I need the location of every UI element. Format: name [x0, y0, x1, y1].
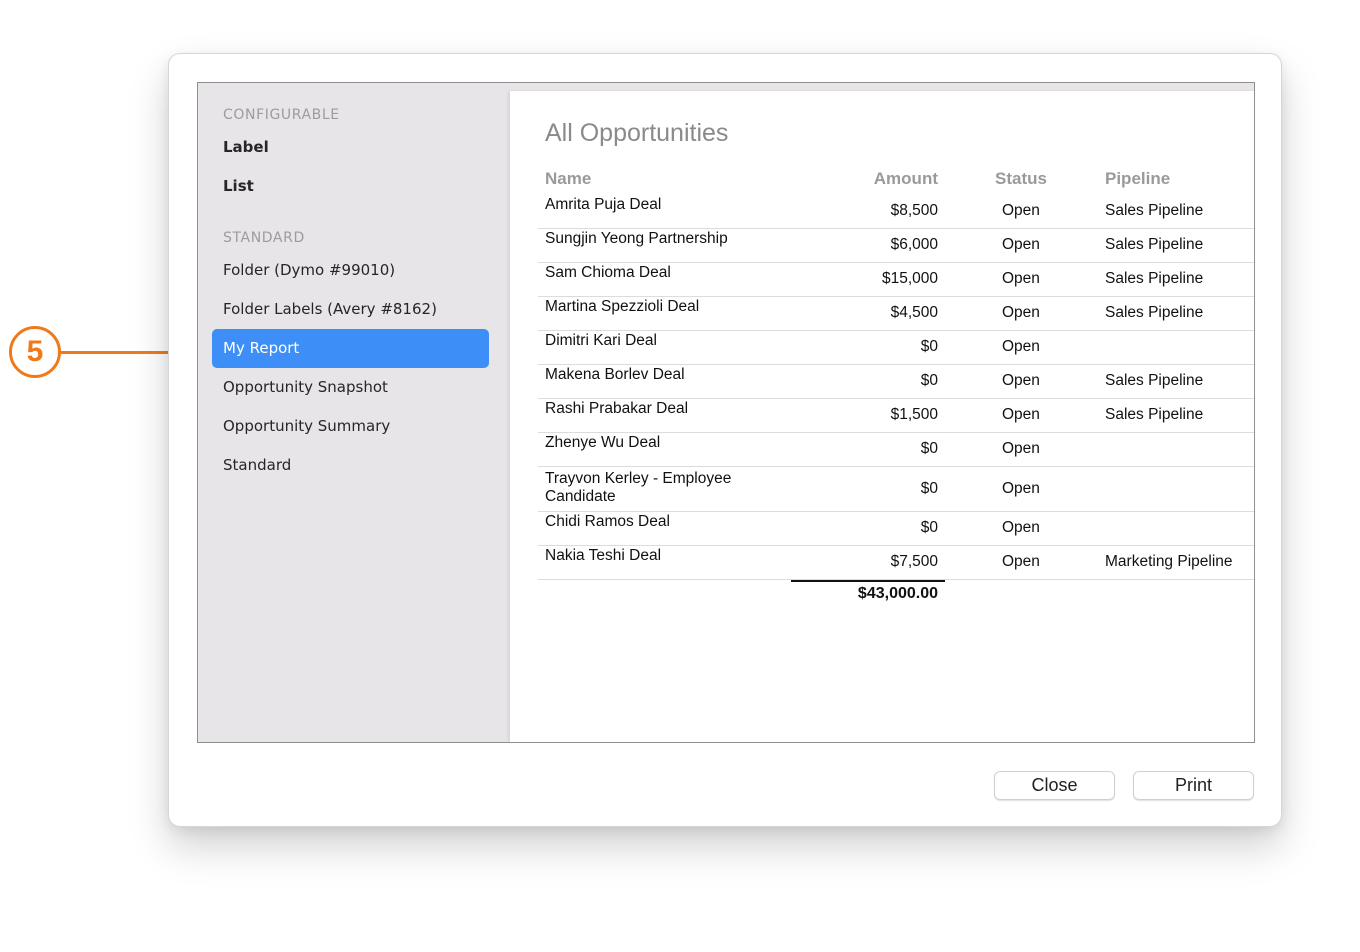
step-callout-badge: 5	[9, 326, 61, 378]
callout-connector-line	[61, 351, 179, 354]
cell-name: Trayvon Kerley - Employee Candidate	[545, 470, 732, 505]
cell-status: Open	[1002, 406, 1040, 423]
cell-name: Dimitri Kari Deal	[545, 332, 657, 349]
cell-status: Open	[1002, 304, 1040, 321]
cell-status: Open	[1002, 202, 1040, 219]
cell-pipeline: Sales Pipeline	[1105, 304, 1204, 321]
report-list-sidebar: CONFIGURABLE Label List STANDARD Folder …	[198, 83, 510, 742]
cell-amount: $0	[920, 480, 938, 497]
table-row: Martina Spezzioli Deal $4,500 Open Sales Pi…	[538, 297, 1254, 331]
cell-amount: $4,500	[890, 304, 938, 321]
cell-amount: $7,500	[890, 553, 938, 570]
section-header-configurable: CONFIGURABLE	[223, 107, 340, 123]
table-row: Makena Borlev Deal $0 Open Sales Pipeline	[538, 365, 1254, 399]
cell-status: Open	[1002, 553, 1040, 570]
cell-pipeline: Sales Pipeline	[1105, 372, 1204, 389]
table-row: Trayvon Kerley - Employee Candidate $0 Ope…	[538, 467, 1254, 512]
table-row: Sam Chioma Deal $15,000 Open Sales Pipeline	[538, 263, 1254, 297]
cell-amount: $6,000	[890, 236, 938, 253]
table-row: Dimitri Kari Deal $0 Open	[538, 331, 1254, 365]
sidebar-item-opportunity-summary[interactable]: Opportunity Summary	[212, 407, 489, 446]
cell-name: Makena Borlev Deal	[545, 366, 685, 383]
cell-pipeline: Sales Pipeline	[1105, 406, 1204, 423]
cell-status: Open	[1002, 480, 1040, 497]
table-row: Chidi Ramos Deal $0 Open	[538, 512, 1254, 546]
table-header-row: Name Amount Status Pipeline	[538, 169, 1254, 195]
column-header-name: Name	[545, 169, 592, 188]
cell-amount: $8,500	[890, 202, 938, 219]
cell-pipeline: Marketing Pipeline	[1105, 553, 1233, 570]
table-body: Amrita Puja Deal $8,500 Open Sales Pipeline…	[538, 195, 1254, 580]
cell-amount: $0	[920, 519, 938, 536]
print-dialog: CONFIGURABLE Label List STANDARD Folder …	[168, 53, 1282, 827]
cell-status: Open	[1002, 440, 1040, 457]
report-title: All Opportunities	[545, 119, 729, 147]
sidebar-item-list[interactable]: List	[212, 167, 489, 206]
cell-name: Sungjin Yeong Partnership	[545, 230, 728, 247]
cell-name: Zhenye Wu Deal	[545, 434, 661, 451]
sidebar-item-opportunity-snapshot[interactable]: Opportunity Snapshot	[212, 368, 489, 407]
column-header-amount: Amount	[873, 169, 938, 188]
section-header-standard: STANDARD	[223, 230, 305, 246]
cell-status: Open	[1002, 270, 1040, 287]
cell-amount: $0	[920, 372, 938, 389]
cell-name: Martina Spezzioli Deal	[545, 298, 700, 315]
total-rule	[791, 580, 945, 582]
cell-amount: $1,500	[890, 406, 938, 423]
opportunities-table: Name Amount Status Pipeline Amrita Puja …	[538, 169, 1254, 610]
sidebar-item-standard[interactable]: Standard	[212, 446, 489, 485]
close-button[interactable]: Close	[994, 771, 1115, 800]
sidebar-item-my-report[interactable]: My Report	[212, 329, 489, 368]
cell-amount: $15,000	[881, 270, 938, 287]
total-amount: $43,000.00	[857, 585, 938, 602]
table-row: Amrita Puja Deal $8,500 Open Sales Pipeline	[538, 195, 1254, 229]
sidebar-item-label[interactable]: Label	[212, 128, 489, 167]
cell-status: Open	[1002, 519, 1040, 536]
sidebar-item-folder-labels-avery[interactable]: Folder Labels (Avery #8162)	[212, 290, 489, 329]
cell-amount: $0	[920, 338, 938, 355]
cell-name: Nakia Teshi Deal	[545, 547, 662, 564]
table-total-row: $43,000.00	[538, 580, 1254, 610]
cell-name: Chidi Ramos Deal	[545, 513, 670, 530]
column-header-status: Status	[995, 169, 1047, 188]
table-row: Rashi Prabakar Deal $1,500 Open Sales Pipel…	[538, 399, 1254, 433]
sidebar-item-folder-dymo[interactable]: Folder (Dymo #99010)	[212, 251, 489, 290]
cell-pipeline: Sales Pipeline	[1105, 202, 1204, 219]
cell-status: Open	[1002, 338, 1040, 355]
cell-pipeline: Sales Pipeline	[1105, 270, 1204, 287]
table-row: Zhenye Wu Deal $0 Open	[538, 433, 1254, 467]
cell-pipeline: Sales Pipeline	[1105, 236, 1204, 253]
cell-name: Amrita Puja Deal	[545, 196, 662, 213]
print-button[interactable]: Print	[1133, 771, 1254, 800]
cell-name: Rashi Prabakar Deal	[545, 400, 689, 417]
cell-status: Open	[1002, 372, 1040, 389]
cell-status: Open	[1002, 236, 1040, 253]
cell-amount: $0	[920, 440, 938, 457]
dialog-content: CONFIGURABLE Label List STANDARD Folder …	[197, 82, 1255, 743]
cell-name: Sam Chioma Deal	[545, 264, 671, 281]
column-header-pipeline: Pipeline	[1105, 169, 1171, 188]
table-row: Nakia Teshi Deal $7,500 Open Marketing Pipe…	[538, 546, 1254, 580]
table-row: Sungjin Yeong Partnership $6,000 Open Sales…	[538, 229, 1254, 263]
report-preview[interactable]: All Opportunities Name Amount Status Pip…	[510, 91, 1254, 742]
